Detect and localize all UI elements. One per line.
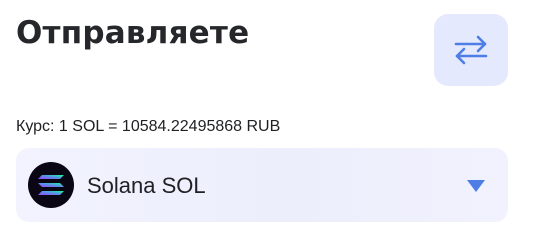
swap-arrows-icon (454, 35, 488, 65)
currency-select[interactable]: Solana SOL (16, 148, 508, 222)
solana-logo-icon (28, 162, 74, 208)
caret-down-icon[interactable] (466, 179, 486, 193)
selected-currency-label: Solana SOL (87, 173, 206, 198)
page-title: Отправляете (16, 15, 250, 51)
exchange-rate-text: Курс: 1 SOL = 10584.22495868 RUB (16, 118, 281, 135)
swap-currency-button[interactable] (434, 14, 508, 86)
